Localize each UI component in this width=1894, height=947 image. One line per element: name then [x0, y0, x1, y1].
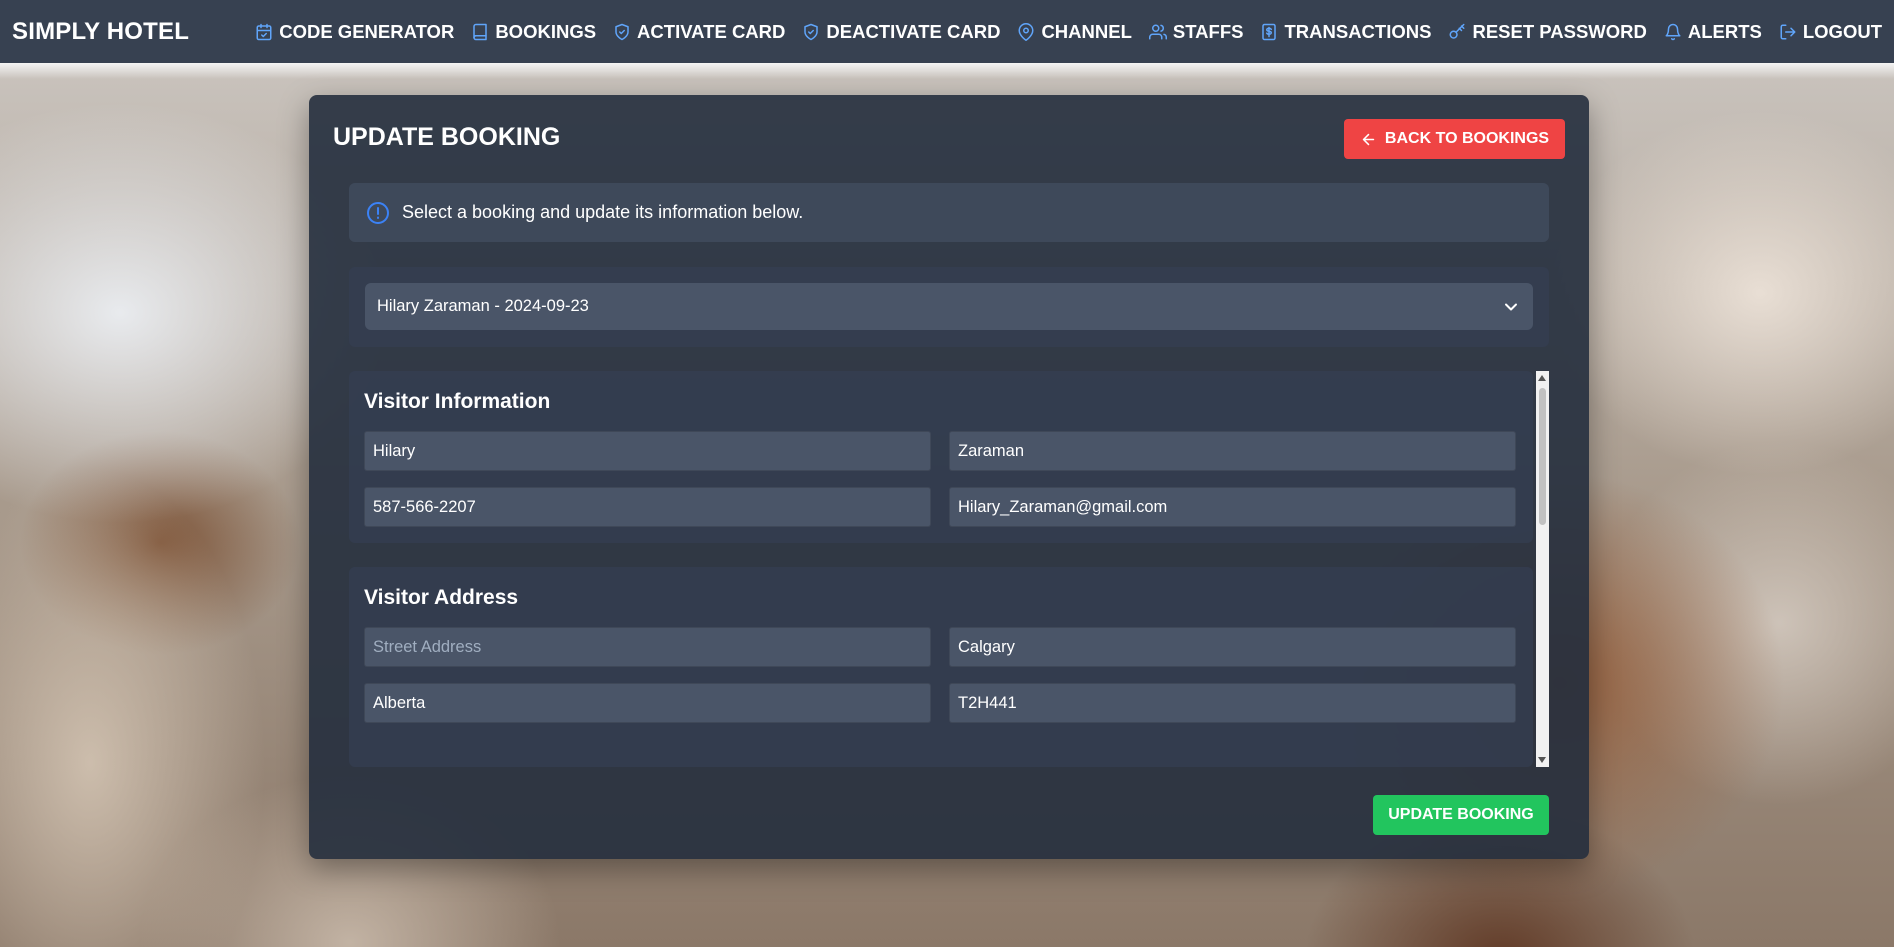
brand-logo[interactable]: SIMPLY HOTEL — [12, 18, 189, 46]
section-heading: Visitor Information — [364, 390, 551, 413]
top-navigation-bar: SIMPLY HOTEL CODE GENERATOR BOOKINGS ACT… — [0, 0, 1894, 63]
phone-field[interactable]: 587-566-2207 — [364, 487, 931, 527]
users-icon — [1148, 24, 1167, 39]
visitor-information-section: Visitor Information Hilary Zaraman 587-5… — [349, 371, 1533, 543]
email-field[interactable]: Hilary_Zaraman@gmail.com — [949, 487, 1516, 527]
booking-select-container: Hilary Zaraman - 2024-09-23 — [349, 267, 1549, 347]
nav-item-label: CHANNEL — [1041, 20, 1132, 42]
chevron-down-icon — [1505, 303, 1517, 311]
nav-item-transactions[interactable]: TRANSACTIONS — [1243, 21, 1431, 43]
nav-item-activate-card[interactable]: ACTIVATE CARD — [596, 21, 785, 43]
scrollbar-thumb[interactable] — [1539, 388, 1546, 525]
receipt-dollar-icon — [1262, 23, 1277, 40]
back-to-bookings-button[interactable]: BACK TO BOOKINGS — [1344, 119, 1565, 159]
first-name-field[interactable]: Hilary — [364, 431, 931, 471]
booking-select-value: Hilary Zaraman - 2024-09-23 — [377, 297, 589, 315]
shield-check-icon — [615, 23, 629, 40]
info-text: Select a booking and update its informat… — [402, 202, 804, 222]
logout-icon — [1780, 24, 1796, 39]
update-booking-button[interactable]: UPDATE BOOKING — [1373, 795, 1549, 835]
nav-item-label: ACTIVATE CARD — [637, 20, 786, 42]
nav-item-logout[interactable]: LOGOUT — [1762, 21, 1882, 43]
book-icon — [473, 23, 488, 40]
nav-item-label: BOOKINGS — [495, 20, 597, 42]
nav-item-label: CODE GENERATOR — [279, 20, 455, 42]
booking-form-scroll-area[interactable]: Visitor Information Hilary Zaraman 587-5… — [349, 371, 1549, 767]
nav-item-label: STAFFS — [1172, 20, 1244, 42]
back-button-label: BACK TO BOOKINGS — [1384, 130, 1550, 147]
nav-item-label: TRANSACTIONS — [1284, 20, 1432, 42]
nav-item-reset-password[interactable]: RESET PASSWORD — [1431, 20, 1647, 43]
nav-item-code-generator[interactable]: CODE GENERATOR — [238, 21, 454, 43]
nav-item-label: RESET PASSWORD — [1472, 20, 1647, 42]
calendar-check-icon — [256, 23, 272, 40]
nav-item-label: DEACTIVATE CARD — [826, 20, 1001, 42]
nav-item-deactivate-card[interactable]: DEACTIVATE CARD — [785, 21, 1000, 43]
nav-item-bookings[interactable]: BOOKINGS — [454, 21, 596, 43]
postal-code-field[interactable]: T2H441 — [949, 683, 1516, 723]
key-icon — [1449, 23, 1465, 39]
province-field[interactable]: Alberta — [364, 683, 931, 723]
page-title: UPDATE BOOKING — [333, 123, 561, 151]
form-scrollbar[interactable] — [1536, 371, 1549, 767]
nav-item-staffs[interactable]: STAFFS — [1132, 20, 1244, 43]
info-banner: Select a booking and update its informat… — [349, 183, 1549, 242]
nav-item-label: ALERTS — [1687, 20, 1762, 42]
info-icon — [367, 201, 389, 224]
nav-item-channel[interactable]: CHANNEL — [1000, 20, 1132, 43]
background-edge — [0, 63, 1894, 79]
booking-select[interactable]: Hilary Zaraman - 2024-09-23 — [365, 283, 1533, 330]
scroll-down-arrow-icon[interactable] — [1538, 757, 1546, 763]
nav-item-alerts[interactable]: ALERTS — [1647, 21, 1762, 43]
visitor-address-section: Visitor Address Street Address Calgary A… — [349, 567, 1533, 767]
shield-check-icon — [804, 23, 819, 40]
street-address-field[interactable]: Street Address — [364, 627, 931, 667]
section-heading: Visitor Address — [364, 586, 519, 609]
bell-icon — [1665, 23, 1681, 40]
map-pin-icon — [1018, 22, 1034, 41]
update-booking-card: UPDATE BOOKING BACK TO BOOKINGS Select a… — [309, 95, 1589, 859]
last-name-field[interactable]: Zaraman — [949, 431, 1516, 471]
arrow-left-icon — [1362, 133, 1375, 145]
scroll-up-arrow-icon[interactable] — [1538, 375, 1546, 381]
nav-item-label: LOGOUT — [1802, 20, 1882, 42]
main-nav: CODE GENERATOR BOOKINGS ACTIVATE CARD DE… — [238, 21, 1882, 43]
city-field[interactable]: Calgary — [949, 627, 1516, 667]
